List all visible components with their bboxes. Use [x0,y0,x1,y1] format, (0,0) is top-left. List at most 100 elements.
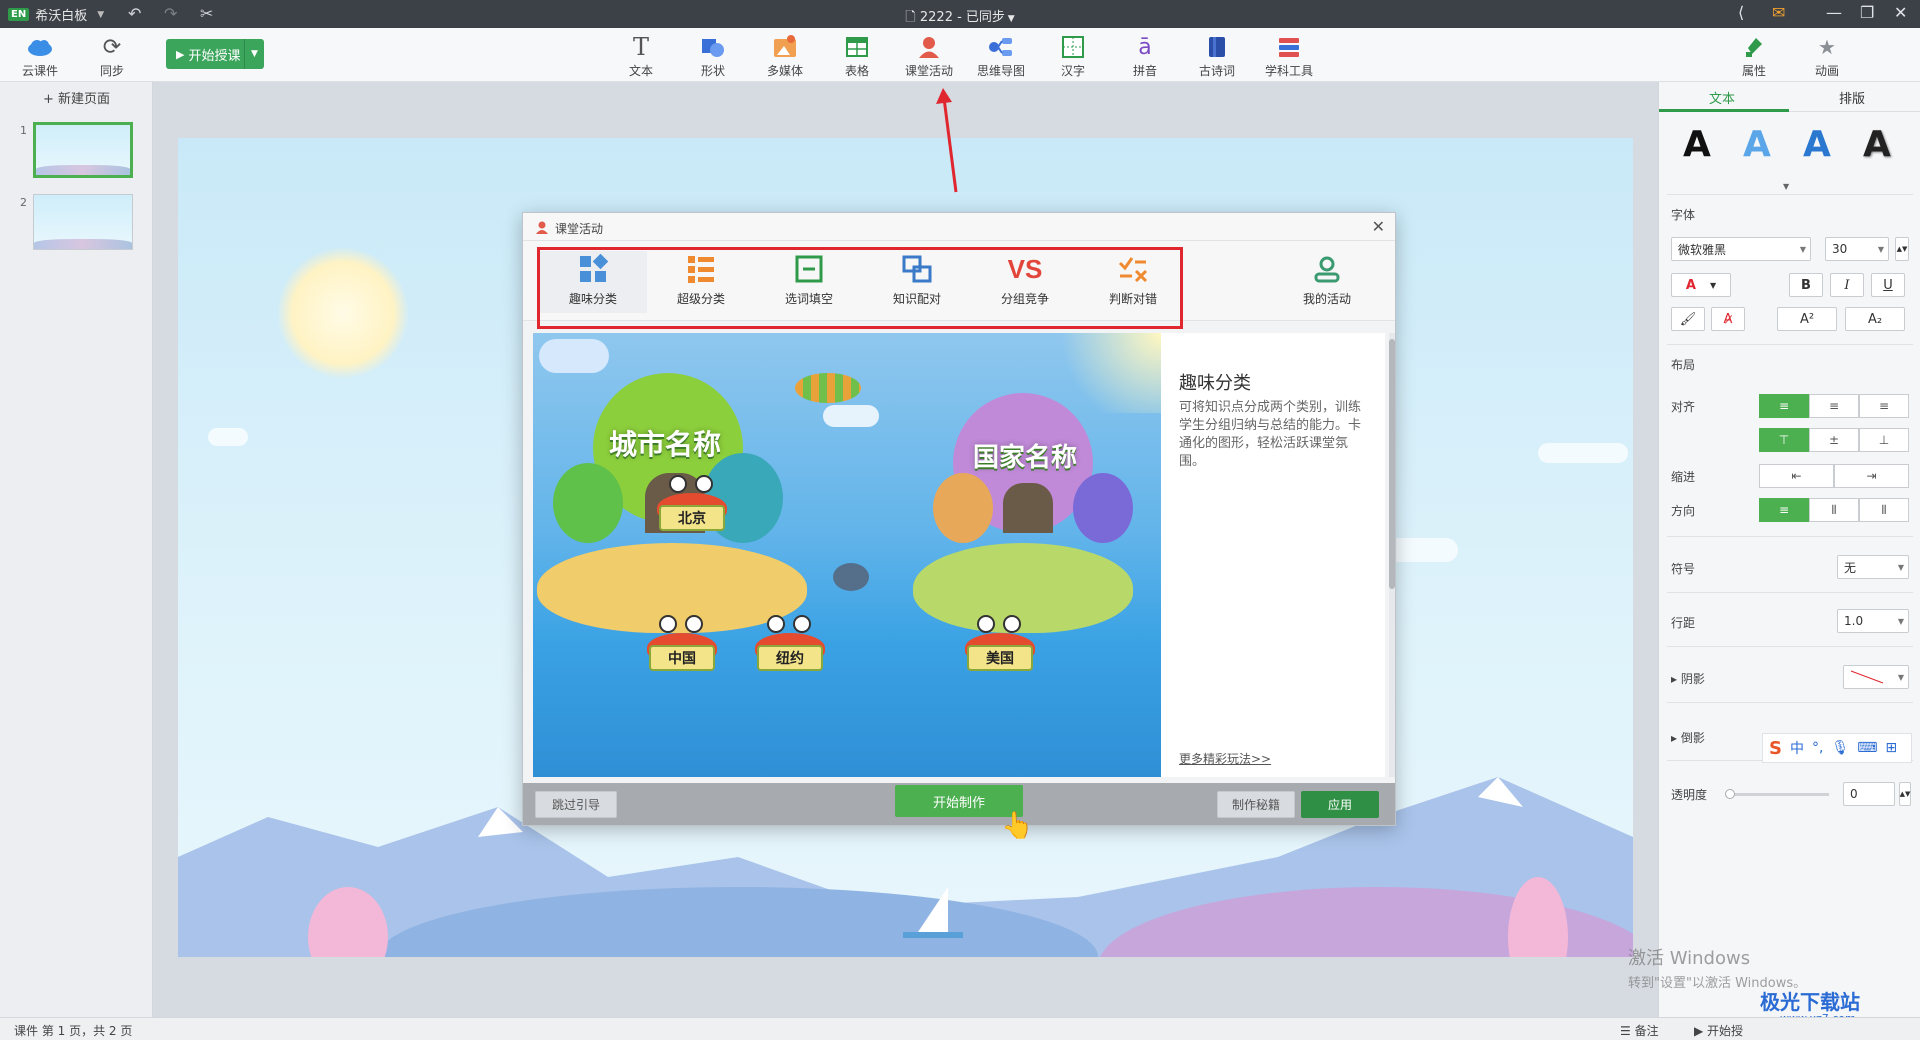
main-toolbar: 云课件 ⟳ 同步 ▶ 开始授课 ▼ T 文本 形状 多媒体 表格 课堂活动 思维… [0,28,1920,82]
tool-mindmap[interactable]: 思维导图 [969,33,1033,79]
vertical-text-icon[interactable]: ⦀ [1809,498,1859,522]
chevron-down-icon: ▼ [1877,244,1884,254]
tool-poetry[interactable]: 古诗词 [1185,33,1249,79]
animation-button[interactable]: ★ 动画 [1795,33,1859,79]
text-style-presets: A A A A [1659,124,1920,182]
apply-button[interactable]: 应用 [1301,791,1379,818]
shadow-select[interactable]: ▼ [1843,665,1909,689]
new-page-button[interactable]: + 新建页面 [0,88,153,107]
minimize-icon[interactable]: — [1826,3,1842,22]
tool-shape[interactable]: 形状 [681,33,745,79]
classroom-activity-icon [536,221,548,234]
opacity-stepper[interactable]: ▲▼ [1899,782,1911,806]
tree-illustration [1073,473,1133,543]
tool-subject-tools[interactable]: 学科工具 [1257,33,1321,79]
dialog-title-bar: 课堂活动 ✕ [523,213,1395,241]
sync-button[interactable]: ⟳ 同步 [80,33,144,79]
increase-indent-icon[interactable]: ⇥ [1834,464,1909,488]
tool-text[interactable]: T 文本 [609,33,673,79]
ime-toolbar[interactable]: S 中 °, 🎙 ⌨ ⊞ [1762,733,1912,763]
text-style-light-blue[interactable]: A [1743,124,1771,165]
tool-poetry-label: 古诗词 [1198,64,1235,78]
watermark-line-1: 激活 Windows [1628,948,1751,969]
tool-pinyin[interactable]: ā 拼音 [1113,33,1177,79]
bold-button[interactable]: B [1789,273,1823,297]
text-style-shadow[interactable]: A [1863,124,1891,165]
category-title-left: 城市名称 [609,428,722,461]
making-tips-button[interactable]: 制作秘籍 [1217,791,1295,818]
opacity-input[interactable]: 0 [1843,782,1895,806]
chevron-down-icon[interactable]: ▼ [244,39,264,69]
scrollbar-thumb[interactable] [1389,339,1395,589]
slide-thumbnail-2[interactable] [33,194,133,250]
italic-button[interactable]: I [1830,273,1864,297]
align-bottom-icon[interactable]: ⊥ [1859,428,1909,452]
slide-thumbnail-1[interactable] [33,122,133,178]
align-left-icon[interactable]: ≡ [1759,394,1809,418]
crab-eye [695,475,713,493]
close-icon[interactable]: ✕ [1372,217,1385,236]
more-link[interactable]: 更多精彩玩法>> [1179,750,1271,767]
tool-hanzi-label: 汉字 [1060,64,1085,78]
horizontal-text-icon[interactable]: ≡ [1759,498,1809,522]
notes-label: 备注 [1634,1024,1659,1038]
clear-format-icon[interactable]: A̷ [1711,307,1745,331]
tool-classroom-activity[interactable]: 课堂活动 [897,33,961,79]
vertical-text-rtl-icon[interactable]: ⦀ [1859,498,1909,522]
text-style-blue[interactable]: A [1803,124,1831,165]
document-title[interactable]: 🗋 2222 - 已同步 ▼ [0,6,1920,30]
decrease-indent-icon[interactable]: ⇤ [1759,464,1834,488]
windows-activation-watermark: 激活 Windows 转到"设置"以激活 Windows。 [1628,944,1806,991]
shadow-label[interactable]: ▸ 阴影 [1671,670,1705,687]
user-icon [1314,256,1340,283]
font-family-select[interactable]: 微软雅黑 ▼ [1671,237,1811,261]
layout-label: 布局 [1671,358,1696,372]
font-size-stepper[interactable]: ▲▼ [1895,237,1909,261]
align-top-icon[interactable]: ⊤ [1759,428,1809,452]
line-spacing-label: 行距 [1671,616,1696,630]
sogou-logo-icon: S [1769,737,1782,759]
start-presentation-button[interactable]: ▶ 开始授 [1694,1022,1743,1039]
text-icon: T [632,33,649,61]
align-middle-icon[interactable]: ± [1809,428,1859,452]
reflection-label[interactable]: ▸ 倒影 [1671,729,1705,746]
cloud-courseware-button[interactable]: 云课件 [8,33,72,79]
notes-button[interactable]: ☰ 备注 [1620,1022,1659,1039]
symbol-select[interactable]: 无 ▼ [1837,555,1909,579]
properties-button[interactable]: 属性 [1722,33,1786,79]
mail-icon[interactable]: ✉ [1772,3,1785,22]
slider-handle[interactable] [1725,789,1735,799]
subscript-button[interactable]: A₂ [1845,307,1905,331]
align-center-icon[interactable]: ≡ [1809,394,1859,418]
chevron-down-icon[interactable]: ▼ [1783,182,1789,191]
align-right-icon[interactable]: ≡ [1859,394,1909,418]
tool-pinyin-label: 拼音 [1132,64,1157,78]
tool-hanzi[interactable]: 汉字 [1041,33,1105,79]
superscript-button[interactable]: A² [1777,307,1837,331]
my-activity-button[interactable]: 我的活动 [1273,251,1381,313]
tool-table[interactable]: 表格 [825,33,889,79]
font-size-select[interactable]: 30 ▼ [1825,237,1889,261]
activity-description: 趣味分类 可将知识点分成两个类别，训练学生分组归纳与总结的能力。卡通化的图形，轻… [1161,333,1385,777]
text-style-plain[interactable]: A [1683,124,1711,165]
share-icon[interactable]: ⟨ [1738,3,1744,22]
font-color-picker[interactable]: A ▼ [1671,273,1731,297]
opacity-slider[interactable] [1725,789,1829,799]
line-spacing-select[interactable]: 1.0 ▼ [1837,609,1909,633]
direction-label: 方向 [1671,504,1696,518]
start-teaching-button[interactable]: ▶ 开始授课 ▼ [166,39,264,69]
shadow-label-text: 阴影 [1680,672,1705,686]
format-painter-icon[interactable]: 🖌 [1671,307,1705,331]
underline-button[interactable]: U [1871,273,1905,297]
restore-icon[interactable]: ❐ [1860,3,1874,22]
tab-layout[interactable]: 排版 [1839,88,1865,107]
dialog-scrollbar[interactable] [1389,333,1395,777]
start-presentation-label: 开始授 [1707,1024,1744,1038]
close-icon[interactable]: ✕ [1894,3,1907,22]
skip-guide-button[interactable]: 跳过引导 [535,791,617,818]
tool-media[interactable]: 多媒体 [753,33,817,79]
tab-text[interactable]: 文本 [1709,88,1735,107]
tool-table-label: 表格 [844,64,869,78]
crab-card: 美国 [961,615,1039,671]
divider [1667,646,1913,647]
